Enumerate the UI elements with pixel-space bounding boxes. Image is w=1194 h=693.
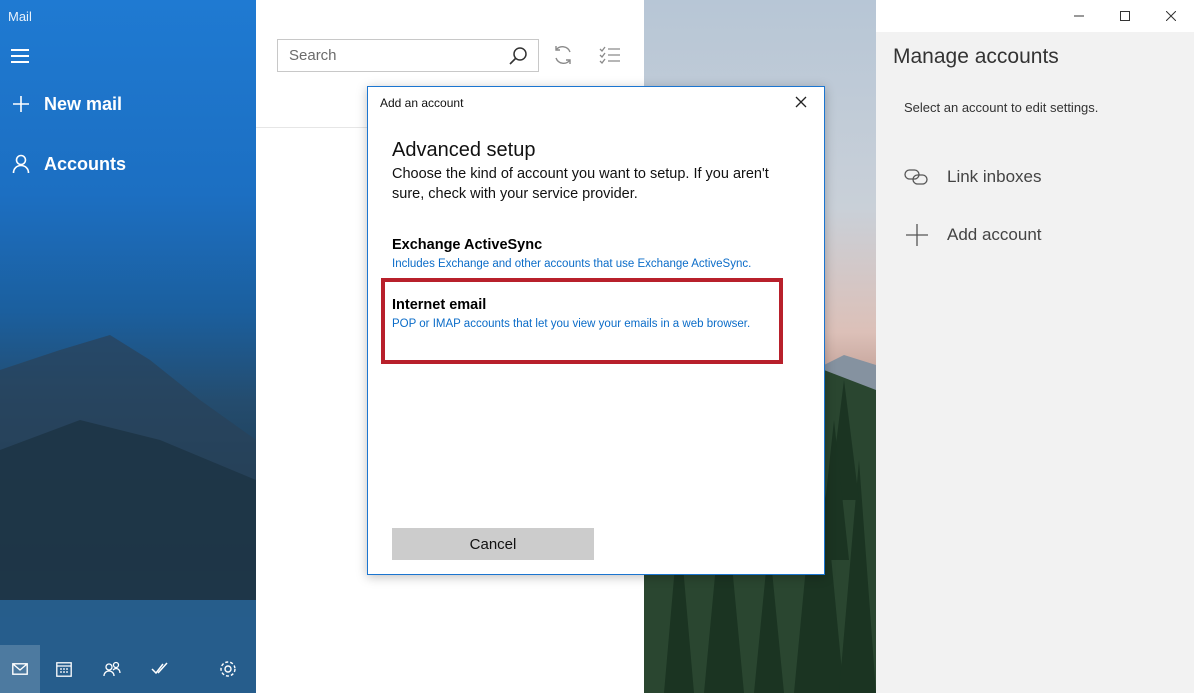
link-inboxes-button[interactable]: Link inboxes [904, 164, 1042, 190]
exchange-activesync-option[interactable]: Exchange ActiveSync Includes Exchange an… [392, 237, 792, 270]
option-title: Exchange ActiveSync [392, 237, 543, 253]
manage-accounts-title: Manage accounts [893, 45, 1059, 68]
add-account-dialog: Add an account Advanced setup Choose the… [367, 86, 825, 575]
todo-icon[interactable] [136, 645, 184, 693]
dialog-description: Choose the kind of account you want to s… [392, 166, 769, 202]
add-account-button[interactable]: Add account [904, 222, 1042, 248]
internet-email-option[interactable]: Internet email POP or IMAP accounts that… [392, 297, 792, 330]
accounts-label: Accounts [44, 153, 127, 174]
close-icon[interactable] [794, 95, 808, 109]
app-title: Mail [8, 9, 32, 24]
minimize-icon[interactable] [1056, 0, 1102, 32]
accounts-button[interactable]: Accounts [10, 153, 126, 175]
dialog-heading: Advanced setup [392, 139, 536, 161]
selection-mode-icon[interactable] [599, 46, 621, 69]
manage-accounts-pane: Manage accounts Select an account to edi… [876, 32, 1194, 693]
new-mail-button[interactable]: New mail [10, 93, 122, 115]
option-description: POP or IMAP accounts that let you view y… [392, 318, 751, 330]
option-description: Includes Exchange and other accounts tha… [392, 258, 752, 270]
people-icon[interactable] [88, 645, 136, 693]
link-icon [904, 164, 930, 190]
cancel-button[interactable]: Cancel [392, 528, 594, 560]
search-icon[interactable] [508, 46, 528, 70]
hamburger-menu-icon[interactable] [11, 49, 29, 63]
nav-bottom-bar [0, 645, 256, 693]
title-bar-controls [1056, 0, 1194, 32]
mail-icon[interactable] [0, 645, 40, 693]
dialog-title: Add an account [380, 96, 464, 110]
link-inboxes-label: Link inboxes [947, 167, 1042, 186]
search-placeholder: Search [289, 47, 337, 64]
manage-accounts-subtitle: Select an account to edit settings. [904, 100, 1099, 115]
mountain-background [0, 335, 256, 693]
maximize-icon[interactable] [1102, 0, 1148, 32]
person-icon [10, 153, 32, 175]
plus-icon [904, 222, 930, 248]
add-account-label: Add account [947, 225, 1042, 244]
plus-icon [10, 93, 32, 115]
close-window-icon[interactable] [1148, 0, 1194, 32]
settings-icon[interactable] [204, 645, 252, 693]
navigation-pane: Mail New mail Accounts [0, 0, 256, 693]
new-mail-label: New mail [44, 93, 123, 114]
option-title: Internet email [392, 297, 487, 313]
calendar-icon[interactable] [40, 645, 88, 693]
search-box[interactable]: Search [277, 39, 539, 72]
sync-icon[interactable] [552, 44, 574, 71]
